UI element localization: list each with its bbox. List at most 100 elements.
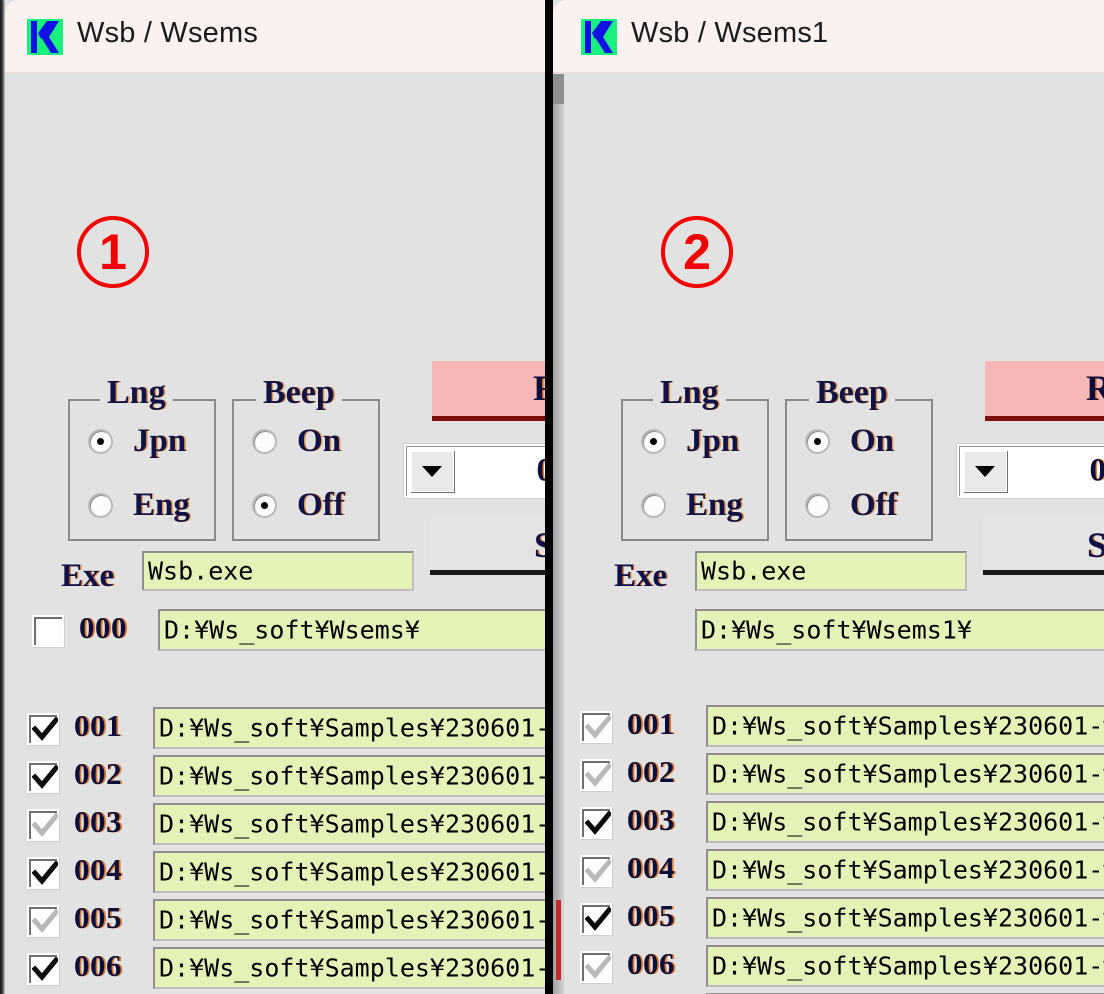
row-path-input[interactable]: D:¥Ws_soft¥Samples¥230601-wsb (153, 947, 545, 989)
window-wsems[interactable]: Wsb / Wsems 1 Lng Jpn Eng Beep On Off 0 … (5, 0, 545, 994)
base-row-checkbox[interactable] (32, 615, 64, 647)
row-path-input[interactable]: D:¥Ws_soft¥Samples¥230601-wsb (153, 851, 545, 893)
row-checkbox[interactable] (27, 857, 59, 889)
row-checkbox[interactable] (27, 953, 59, 985)
stop-button-left[interactable]: Stop (430, 516, 545, 570)
right-window-scrollbar[interactable] (553, 74, 564, 994)
run-button-right[interactable]: Run (985, 361, 1104, 416)
exe-input-value: Wsb.exe (148, 556, 254, 586)
radio-lng-jpn-right[interactable]: Jpn (641, 423, 739, 460)
row-checkbox[interactable] (27, 761, 59, 793)
run-button-left[interactable]: Run (432, 361, 545, 416)
row-checkbox[interactable] (580, 951, 612, 983)
count-spinner-left[interactable]: 0 (404, 444, 545, 498)
table-row[interactable]: 003 D:¥Ws_soft¥Samples¥230601-wsb (580, 801, 1104, 845)
beep-group-left: Beep On Off (232, 374, 380, 541)
radio-label: Eng (133, 487, 190, 523)
radio-lng-eng-left[interactable]: Eng (88, 487, 190, 524)
spinner-value: 0 (1089, 452, 1104, 489)
row-path-value: D:¥Ws_soft¥Samples¥230601-wsb (712, 711, 1104, 741)
row-path-input[interactable]: D:¥Ws_soft¥Samples¥230601-wsb (706, 945, 1104, 987)
row-path-input[interactable]: D:¥Ws_soft¥Samples¥230601-wsb (153, 803, 545, 845)
radio-dot-icon (805, 493, 830, 518)
titlebar-left[interactable]: Wsb / Wsems (5, 0, 545, 74)
row-number: 005 (74, 900, 122, 935)
row-checkbox[interactable] (580, 903, 612, 935)
row-number: 006 (627, 946, 675, 981)
table-row[interactable]: 001 D:¥Ws_soft¥Samples¥230601-wsb (27, 707, 545, 751)
exe-input-right[interactable]: Wsb.exe (695, 551, 967, 591)
client-area-left: 1 Lng Jpn Eng Beep On Off 0 S Exe Wsb.ex… (5, 74, 545, 994)
row-path-input[interactable]: D:¥Ws_soft¥Samples¥230601-wsb (706, 705, 1104, 747)
radio-beep-off-left[interactable]: Off (252, 487, 345, 524)
radio-beep-off-right[interactable]: Off (805, 487, 898, 524)
row-checkbox[interactable] (580, 855, 612, 887)
table-row[interactable]: 005 D:¥Ws_soft¥Samples¥230601-wsb (27, 899, 545, 943)
titlebar-right[interactable]: Wsb / Wsems1 (553, 0, 1104, 74)
radio-lng-jpn-left[interactable]: Jpn (88, 423, 186, 460)
radio-beep-on-right[interactable]: On (805, 423, 894, 460)
window-wsems1[interactable]: Wsb / Wsems1 2 Lng Jpn Eng Beep On Off R… (553, 0, 1104, 994)
row-path-input[interactable]: D:¥Ws_soft¥Samples¥230601-wsb (153, 899, 545, 941)
base-row-path-input[interactable]: D:¥Ws_soft¥Wsems¥ (158, 609, 545, 651)
row-path-input[interactable]: D:¥Ws_soft¥Samples¥230601-wsb (706, 849, 1104, 891)
row-number: 002 (74, 756, 122, 791)
row-path-input[interactable]: D:¥Ws_soft¥Samples¥230601-wsb (706, 897, 1104, 939)
stop-button-label: Stop (1086, 525, 1104, 565)
base-row-right[interactable]: D:¥Ws_soft¥Wsems1¥ (585, 609, 1104, 653)
beep-group-title: Beep (256, 374, 342, 412)
row-checkbox[interactable] (580, 711, 612, 743)
row-path-value: D:¥Ws_soft¥Samples¥230601-wsb (159, 857, 545, 887)
count-spinner-right[interactable]: 0 (957, 444, 1104, 498)
lng-group-left: Lng Jpn Eng (68, 374, 216, 541)
table-row[interactable]: 006 D:¥Ws_soft¥Samples¥230601-wsb (580, 945, 1104, 989)
annotation-marker-1: 1 (77, 216, 149, 288)
row-checkbox[interactable] (27, 713, 59, 745)
dropdown-button[interactable] (410, 450, 454, 492)
row-path-input[interactable]: D:¥Ws_soft¥Samples¥230601-wsb (706, 753, 1104, 795)
lng-group-right: Lng Jpn Eng (621, 374, 769, 541)
row-checkbox[interactable] (580, 807, 612, 839)
table-row[interactable]: 004 D:¥Ws_soft¥Samples¥230601-wsb (27, 851, 545, 895)
window-gap-divider (545, 0, 553, 994)
table-row[interactable]: 004 D:¥Ws_soft¥Samples¥230601-wsb (580, 849, 1104, 893)
stop-button-right[interactable]: Stop (983, 516, 1104, 570)
radio-lng-eng-right[interactable]: Eng (641, 487, 743, 524)
base-row-path-input[interactable]: D:¥Ws_soft¥Wsems1¥ (695, 609, 1104, 651)
table-row[interactable]: 001 D:¥Ws_soft¥Samples¥230601-wsb (580, 705, 1104, 749)
row-checkbox[interactable] (580, 759, 612, 791)
row-path-input[interactable]: D:¥Ws_soft¥Samples¥230601-wsb (706, 801, 1104, 843)
dropdown-button[interactable] (963, 450, 1007, 492)
table-row[interactable]: 003 D:¥Ws_soft¥Samples¥230601-wsb (27, 803, 545, 847)
right-window-scroll-thumb[interactable] (553, 74, 564, 104)
row-path-input[interactable]: D:¥Ws_soft¥Samples¥230601-wsb (153, 707, 545, 749)
window-title: Wsb / Wsems1 (631, 17, 829, 49)
row-path-value: D:¥Ws_soft¥Samples¥230601-wsb (712, 855, 1104, 885)
radio-label: Off (297, 487, 345, 523)
row-number: 003 (74, 804, 122, 839)
table-row[interactable]: 002 D:¥Ws_soft¥Samples¥230601-wsb (27, 755, 545, 799)
beep-group-right: Beep On Off (785, 374, 933, 541)
row-path-value: D:¥Ws_soft¥Samples¥230601-wsb (712, 759, 1104, 789)
screenshot-stage: Wsb / Wsems 1 Lng Jpn Eng Beep On Off 0 … (0, 0, 1104, 994)
table-row[interactable]: 005 D:¥Ws_soft¥Samples¥230601-wsb (580, 897, 1104, 941)
exe-input-left[interactable]: Wsb.exe (142, 551, 414, 591)
beep-group-title: Beep (809, 374, 895, 412)
base-row-path-value: D:¥Ws_soft¥Wsems¥ (164, 615, 420, 645)
row-checkbox[interactable] (27, 809, 59, 841)
radio-beep-on-left[interactable]: On (252, 423, 341, 460)
row-checkbox[interactable] (27, 905, 59, 937)
base-row-left[interactable]: 000 D:¥Ws_soft¥Wsems¥ (32, 609, 545, 653)
row-path-input[interactable]: D:¥Ws_soft¥Samples¥230601-wsb (153, 755, 545, 797)
row-path-value: D:¥Ws_soft¥Samples¥230601-wsb (159, 713, 545, 743)
app-logo-icon (27, 19, 63, 55)
row-path-value: D:¥Ws_soft¥Samples¥230601-wsb (159, 905, 545, 935)
radio-dot-icon (88, 493, 113, 518)
row-number: 005 (627, 898, 675, 933)
exe-label-left: Exe (61, 558, 115, 594)
radio-dot-icon (805, 429, 830, 454)
radio-label: Off (850, 487, 898, 523)
base-row-path-value: D:¥Ws_soft¥Wsems1¥ (701, 615, 972, 645)
table-row[interactable]: 006 D:¥Ws_soft¥Samples¥230601-wsb (27, 947, 545, 991)
table-row[interactable]: 002 D:¥Ws_soft¥Samples¥230601-wsb (580, 753, 1104, 797)
